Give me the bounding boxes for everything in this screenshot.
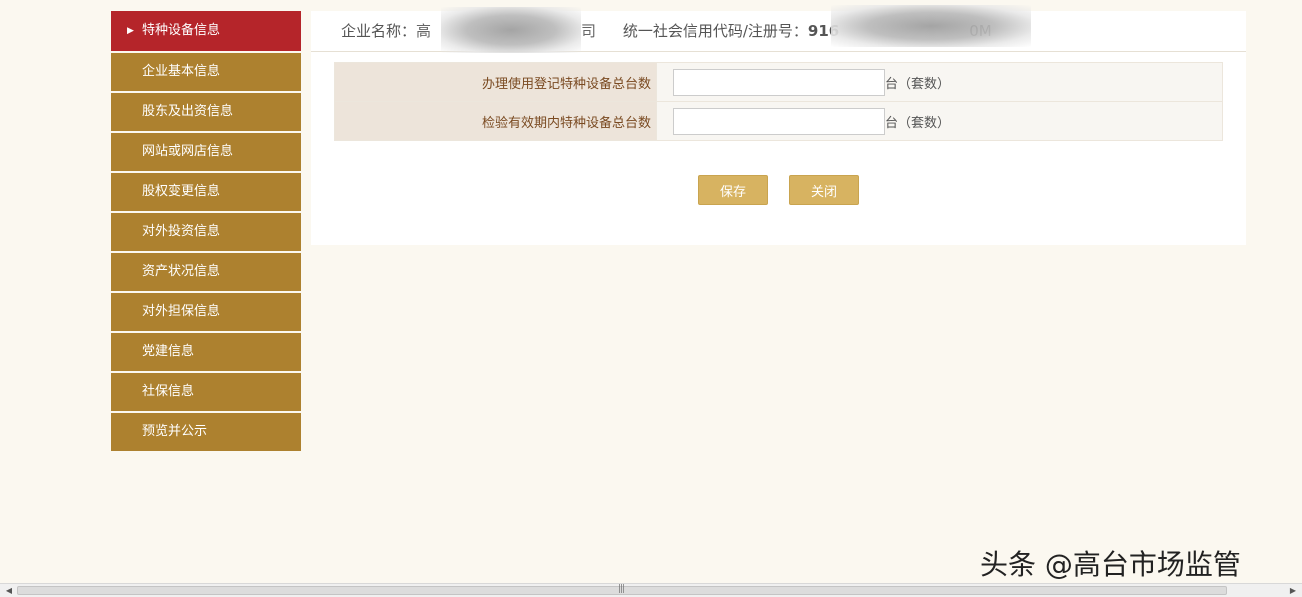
redaction-blur	[441, 7, 581, 53]
form-field-cell: 台（套数）	[656, 62, 1223, 102]
sidebar-nav: ▶ 特种设备信息 企业基本信息 股东及出资信息 网站或网店信息 股权变更信息 对…	[111, 11, 301, 453]
sidebar-item-label: 对外担保信息	[142, 304, 221, 319]
caret-right-icon: ▶	[127, 26, 134, 36]
form-field-cell: 台（套数）	[656, 101, 1223, 141]
sidebar-item-label: 预览并公示	[142, 424, 208, 439]
grip-icon: |||	[618, 584, 625, 594]
unit-label: 台（套数）	[885, 115, 951, 131]
registered-equipment-label: 办理使用登记特种设备总台数	[334, 62, 657, 102]
unit-label: 台（套数）	[885, 76, 951, 92]
sidebar-item-label: 党建信息	[142, 344, 195, 359]
save-button[interactable]: 保存	[698, 175, 768, 205]
inspected-equipment-count-input[interactable]	[673, 107, 885, 135]
inspected-equipment-label: 检验有效期内特种设备总台数	[334, 101, 657, 141]
sidebar-item-shareholders[interactable]: 股东及出资信息	[111, 93, 301, 131]
scroll-right-icon[interactable]: ▶	[1286, 584, 1300, 597]
sidebar-item-equity-change[interactable]: 股权变更信息	[111, 173, 301, 211]
sidebar-item-assets[interactable]: 资产状况信息	[111, 253, 301, 291]
sidebar-item-special-equipment[interactable]: ▶ 特种设备信息	[111, 11, 301, 51]
sidebar-item-investment[interactable]: 对外投资信息	[111, 213, 301, 251]
registered-equipment-count-input[interactable]	[673, 68, 885, 96]
sidebar-item-label: 特种设备信息	[142, 23, 221, 38]
sidebar-item-basic-info[interactable]: 企业基本信息	[111, 53, 301, 91]
sidebar-item-label: 社保信息	[142, 384, 195, 399]
sidebar-item-party-building[interactable]: 党建信息	[111, 333, 301, 371]
watermark-text: 头条 @高台市场监管	[980, 548, 1241, 581]
scroll-left-icon[interactable]: ◀	[2, 584, 16, 597]
horizontal-scrollbar[interactable]: ◀ ||| ▶	[0, 583, 1302, 597]
company-header: 企业名称：高司 统一社会信用代码/注册号：9160M	[311, 5, 1246, 53]
main-panel: 企业名称：高司 统一社会信用代码/注册号：9160M 办理使用登记特种设备总台数…	[311, 5, 1246, 245]
sidebar-item-label: 企业基本信息	[142, 64, 221, 79]
sidebar-item-label: 网站或网店信息	[142, 144, 234, 159]
company-name-end: 司	[581, 22, 597, 40]
form-row: 办理使用登记特种设备总台数 台（套数）	[334, 62, 1223, 102]
sidebar-item-label: 股东及出资信息	[142, 104, 234, 119]
sidebar-item-label: 股权变更信息	[142, 184, 221, 199]
sidebar-item-preview-publish[interactable]: 预览并公示	[111, 413, 301, 451]
scrollbar-thumb[interactable]: |||	[17, 584, 1227, 595]
sidebar-item-label: 对外投资信息	[142, 224, 221, 239]
sidebar-item-label: 资产状况信息	[142, 264, 221, 279]
company-name-label: 企业名称：	[341, 22, 417, 40]
sidebar-item-website[interactable]: 网站或网店信息	[111, 133, 301, 171]
form-row: 检验有效期内特种设备总台数 台（套数）	[334, 101, 1223, 141]
sidebar-item-social-security[interactable]: 社保信息	[111, 373, 301, 411]
special-equipment-form: 办理使用登记特种设备总台数 台（套数） 检验有效期内特种设备总台数 台（套数）	[334, 62, 1223, 141]
company-name-start: 高	[416, 22, 432, 40]
redaction-blur	[831, 5, 1031, 47]
sidebar-item-guarantee[interactable]: 对外担保信息	[111, 293, 301, 331]
credit-code-label: 统一社会信用代码/注册号：	[622, 22, 808, 40]
close-button[interactable]: 关闭	[789, 175, 859, 205]
